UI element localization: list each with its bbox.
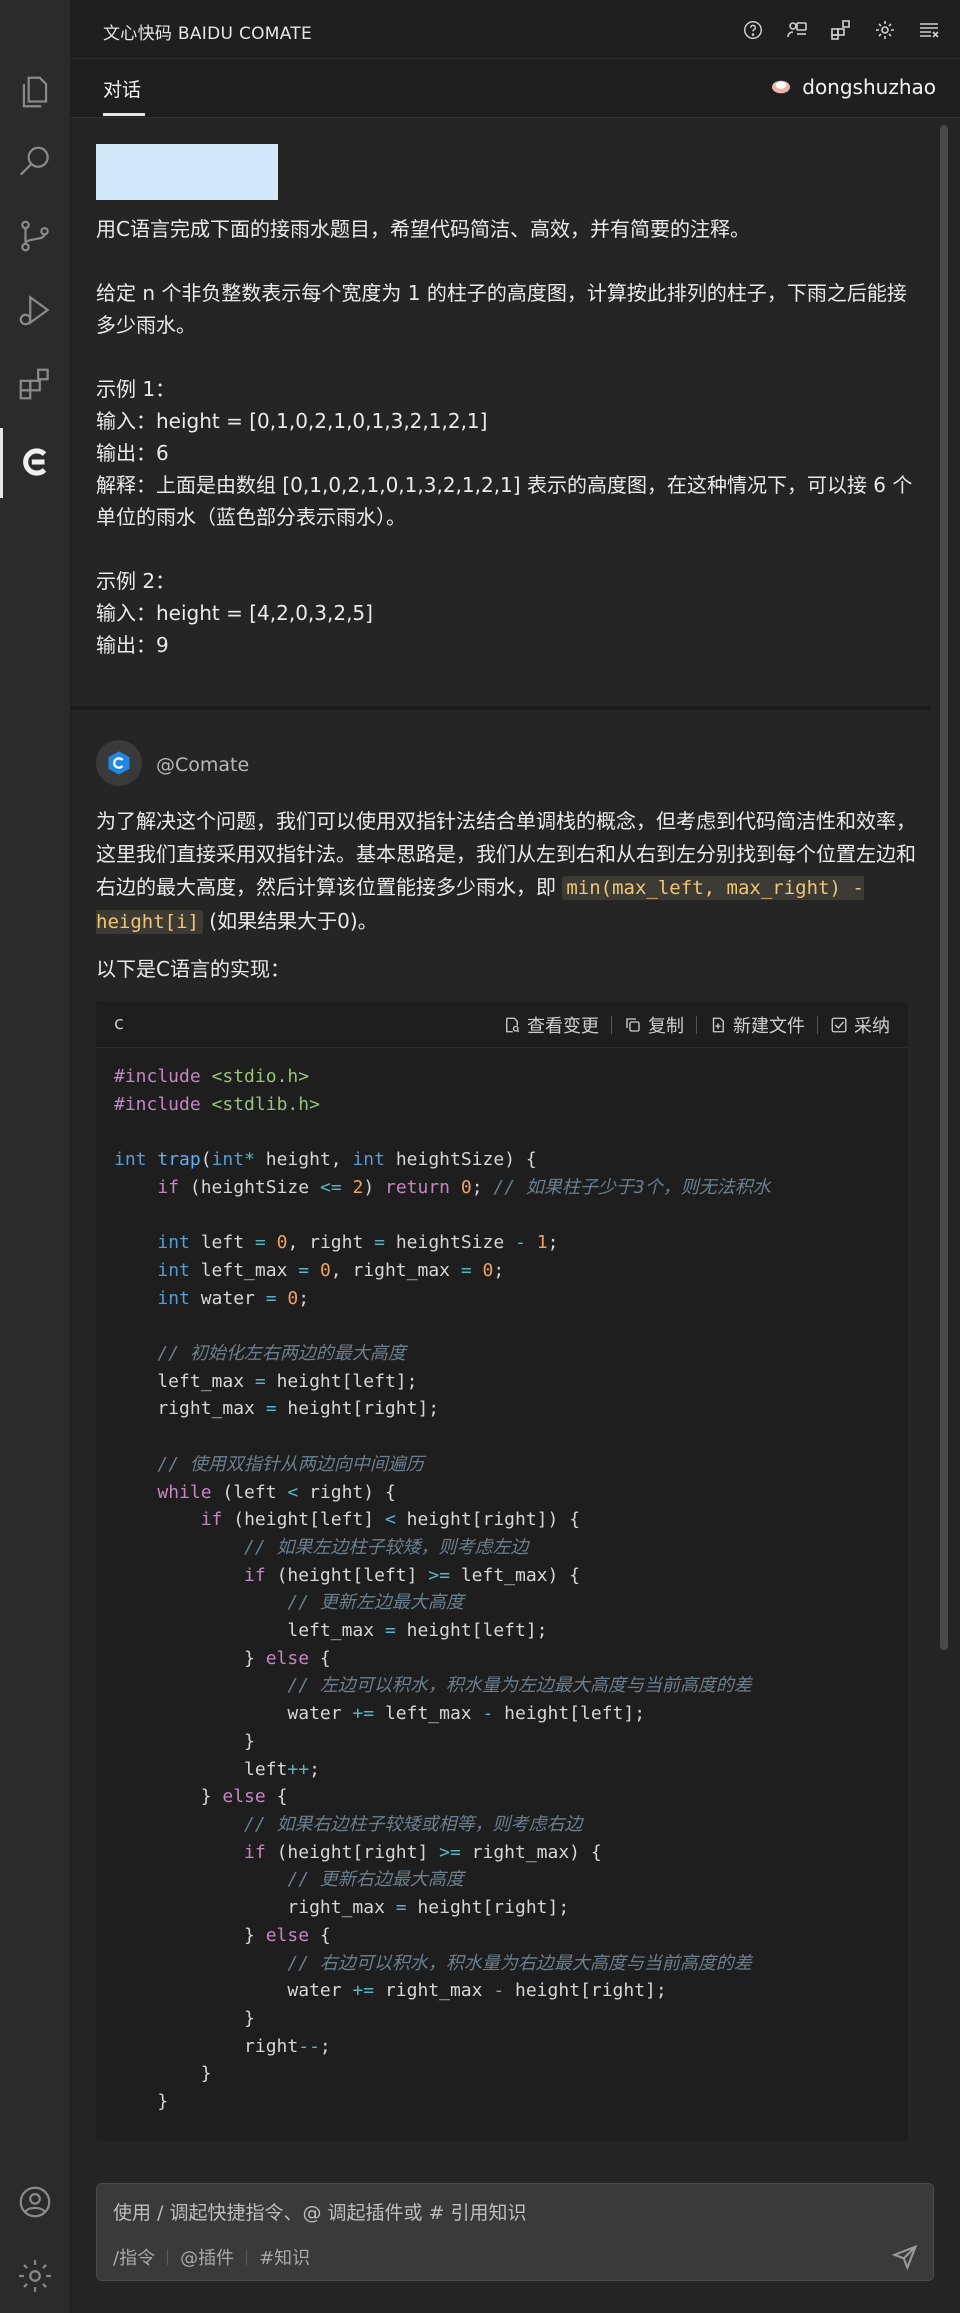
message-divider [71, 706, 931, 710]
tab-bar: 对话 dongshuzhao [71, 59, 960, 118]
source-control-icon[interactable] [13, 214, 57, 258]
account-icon[interactable] [13, 2180, 57, 2224]
code-content: #include <stdio.h> #include <stdlib.h> i… [114, 1066, 771, 2113]
bot-paragraph-2: 以下是C语言的实现： [96, 957, 290, 981]
code-header: c 查看变更 复制 新建文件 采纳 [96, 1001, 908, 1048]
activity-bar [0, 0, 71, 2313]
code-actions: 查看变更 复制 新建文件 采纳 [503, 1012, 890, 1038]
copy-button[interactable]: 复制 [624, 1012, 684, 1038]
comate-icon[interactable] [13, 440, 57, 484]
copy-label: 复制 [648, 1016, 684, 1037]
username: dongshuzhao [802, 75, 936, 99]
scrollbar[interactable] [940, 125, 948, 1650]
new-file-icon [712, 1017, 724, 1033]
accept-icon [831, 1017, 847, 1033]
code-language: c [114, 1013, 124, 1034]
new-file-button[interactable]: 新建文件 [709, 1012, 805, 1038]
extensions-icon[interactable] [13, 362, 57, 406]
tool-divider [246, 2249, 248, 2265]
bot-paragraph: 为了解决这个问题，我们可以使用双指针法结合单调栈的概念，但考虑到代码简洁性和效率… [96, 805, 921, 939]
accept-label: 采纳 [854, 1016, 890, 1037]
bot-name: @Comate [156, 754, 250, 776]
send-icon[interactable] [891, 2242, 919, 2270]
chat-input-placeholder: 使用 / 调起快捷指令、@ 调起插件或 # 引用知识 [113, 2202, 527, 2224]
user-message-text: 用C语言完成下面的接雨水题目，希望代码简洁、高效，并有简要的注释。 给定 n 个… [96, 217, 913, 657]
view-changes-label: 查看变更 [527, 1016, 599, 1037]
action-divider [817, 1016, 818, 1034]
code-block: c 查看变更 复制 新建文件 采纳 #include <stdio.h> #in… [96, 1001, 908, 2141]
chat-panel: 文心快码 BAIDU COMATE 对话 dongshuzhao 用C语言完成下… [71, 0, 960, 2313]
comate-avatar [96, 740, 142, 786]
redacted-avatar-block [96, 144, 278, 200]
command-shortcut[interactable]: /指令 [113, 2244, 155, 2270]
feedback-icon[interactable] [782, 15, 812, 45]
settings-icon[interactable] [870, 15, 900, 45]
knowledge-shortcut[interactable]: #知识 [259, 2244, 310, 2270]
help-icon[interactable] [738, 15, 768, 45]
input-tools: /指令 @插件 #知识 [113, 2244, 310, 2270]
menu-list-icon[interactable] [914, 15, 944, 45]
new-file-label: 新建文件 [733, 1016, 805, 1037]
comate-logo-icon [108, 751, 130, 775]
copy-icon [626, 1018, 640, 1032]
action-divider [611, 1016, 612, 1034]
action-divider [696, 1016, 697, 1034]
input-area: 使用 / 调起快捷指令、@ 调起插件或 # 引用知识 /指令 @插件 #知识 [71, 2153, 960, 2313]
bot-paragraph-text-b: (如果结果大于0)。 [202, 909, 378, 933]
files-icon[interactable] [13, 70, 57, 114]
plugins-icon[interactable] [826, 15, 856, 45]
accept-button[interactable]: 采纳 [830, 1012, 890, 1038]
title-bar: 文心快码 BAIDU COMATE [71, 0, 960, 59]
settings-gear-icon[interactable] [13, 2254, 57, 2298]
tab-underline [103, 113, 145, 116]
search-icon[interactable] [13, 140, 57, 184]
view-changes-button[interactable]: 查看变更 [503, 1012, 599, 1038]
plugin-shortcut[interactable]: @插件 [180, 2244, 234, 2270]
user-profile[interactable]: dongshuzhao [770, 75, 936, 99]
tool-divider [167, 2249, 169, 2265]
run-debug-icon[interactable] [13, 288, 57, 332]
user-message: 用C语言完成下面的接雨水题目，希望代码简洁、高效，并有简要的注释。 给定 n 个… [96, 118, 936, 708]
avatar-icon [772, 80, 791, 94]
title-actions [738, 15, 944, 45]
tab-chat[interactable]: 对话 [103, 75, 141, 102]
chat-input[interactable]: 使用 / 调起快捷指令、@ 调起插件或 # 引用知识 /指令 @插件 #知识 [96, 2183, 934, 2281]
app-title: 文心快码 BAIDU COMATE [103, 24, 313, 44]
active-indicator [0, 428, 3, 498]
view-changes-icon [506, 1017, 520, 1033]
